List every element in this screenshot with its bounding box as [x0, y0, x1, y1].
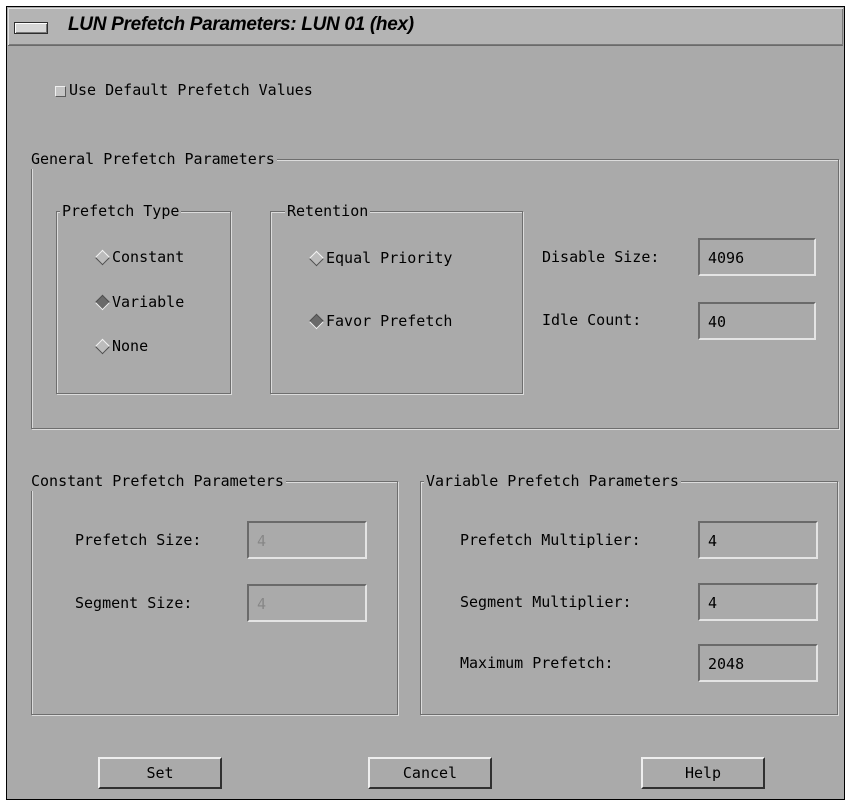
idle-count-label: Idle Count:	[542, 311, 642, 329]
retention-group: Retention Equal Priority Favor Prefetch	[270, 201, 523, 394]
radio-variable-label[interactable]: Variable	[112, 293, 184, 311]
constant-prefetch-title: Constant Prefetch Parameters	[29, 471, 286, 491]
radio-equal-priority-label[interactable]: Equal Priority	[326, 249, 452, 267]
title-bar[interactable]: LUN Prefetch Parameters: LUN 01 (hex)	[8, 8, 843, 46]
radio-favor-prefetch-label[interactable]: Favor Prefetch	[326, 312, 452, 330]
lun-prefetch-dialog: LUN Prefetch Parameters: LUN 01 (hex) Us…	[6, 6, 845, 800]
window-title: LUN Prefetch Parameters: LUN 01 (hex)	[68, 14, 414, 35]
segment-size-label: Segment Size:	[75, 594, 193, 612]
prefetch-size-label: Prefetch Size:	[75, 531, 202, 549]
segment-multiplier-field[interactable]: 4	[698, 583, 818, 621]
disable-size-field[interactable]: 4096	[698, 238, 816, 276]
prefetch-multiplier-field[interactable]: 4	[698, 521, 818, 559]
radio-none-label[interactable]: None	[112, 337, 148, 355]
constant-prefetch-group: Constant Prefetch Parameters Prefetch Si…	[29, 471, 398, 715]
radio-constant-label[interactable]: Constant	[112, 248, 184, 266]
set-button[interactable]: Set	[98, 757, 222, 789]
segment-size-field[interactable]: 4	[247, 584, 367, 622]
idle-count-field[interactable]: 40	[698, 302, 816, 340]
help-button[interactable]: Help	[641, 757, 765, 789]
radio-favor-prefetch[interactable]	[308, 313, 324, 329]
cancel-button[interactable]: Cancel	[368, 757, 492, 789]
prefetch-type-group: Prefetch Type Constant Variable None	[56, 201, 231, 394]
window-menu-icon[interactable]	[14, 22, 48, 34]
general-prefetch-title: General Prefetch Parameters	[29, 149, 277, 169]
variable-prefetch-title: Variable Prefetch Parameters	[424, 471, 681, 491]
retention-title: Retention	[285, 201, 371, 221]
radio-variable[interactable]	[94, 294, 110, 310]
radio-constant[interactable]	[94, 249, 110, 265]
use-default-checkbox[interactable]	[55, 86, 66, 97]
disable-size-label: Disable Size:	[542, 248, 660, 266]
maximum-prefetch-field[interactable]: 2048	[698, 644, 818, 682]
prefetch-multiplier-label: Prefetch Multiplier:	[460, 531, 641, 549]
radio-none[interactable]	[94, 338, 110, 354]
radio-equal-priority[interactable]	[308, 250, 324, 266]
maximum-prefetch-label: Maximum Prefetch:	[460, 654, 614, 672]
general-prefetch-group: General Prefetch Parameters Prefetch Typ…	[29, 149, 839, 429]
prefetch-type-title: Prefetch Type	[60, 201, 182, 221]
segment-multiplier-label: Segment Multiplier:	[460, 593, 632, 611]
use-default-label[interactable]: Use Default Prefetch Values	[69, 81, 313, 99]
prefetch-size-field[interactable]: 4	[247, 521, 367, 559]
variable-prefetch-group: Variable Prefetch Parameters Prefetch Mu…	[420, 471, 838, 715]
